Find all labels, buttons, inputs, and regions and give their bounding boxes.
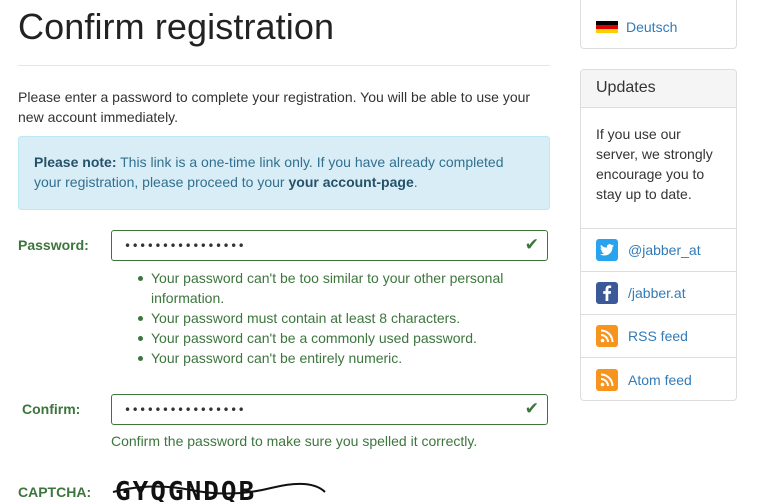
german-flag-icon <box>596 20 618 34</box>
confirm-label: Confirm: <box>22 401 81 417</box>
language-link[interactable]: Deutsch <box>596 19 677 35</box>
password-help-list: Your password can't be too similar to yo… <box>135 268 535 368</box>
check-icon: ✔ <box>524 399 539 419</box>
list-item: Your password can't be too similar to yo… <box>135 268 535 308</box>
list-item: Your password can't be a commonly used p… <box>135 328 535 348</box>
password-field[interactable]: •••••••••••••••• ✔ <box>111 230 548 261</box>
atom-feed-icon <box>596 368 618 391</box>
captcha-image: GYQGNDQB <box>111 478 327 502</box>
intro-text: Please enter a password to complete your… <box>18 89 531 125</box>
atom-link[interactable]: Atom feed <box>581 358 736 401</box>
captcha-label: CAPTCHA: <box>18 484 92 500</box>
twitter-icon <box>596 239 618 261</box>
atom-label: Atom feed <box>628 371 692 388</box>
alert-strong: Please note: <box>34 154 117 170</box>
page-title: Confirm registration <box>18 6 335 47</box>
check-icon: ✔ <box>524 235 539 255</box>
confirm-help-text: Confirm the password to make sure you sp… <box>111 433 478 449</box>
confirm-password-field[interactable]: •••••••••••••••• ✔ <box>111 394 548 425</box>
updates-heading: Updates <box>581 70 736 108</box>
info-alert: Please note: This link is a one-time lin… <box>18 136 550 210</box>
language-label: Deutsch <box>626 19 678 35</box>
updates-panel: Updates If you use our server, we strong… <box>580 69 737 401</box>
rss-label: RSS feed <box>628 328 688 344</box>
twitter-label: @jabber_at <box>628 242 701 258</box>
language-panel: Deutsch <box>580 0 737 49</box>
twitter-link[interactable]: @jabber_at <box>581 229 736 272</box>
list-item: Your password must contain at least 8 ch… <box>135 308 535 328</box>
divider <box>18 65 550 66</box>
updates-text: If you use our server, we strongly encou… <box>581 108 736 229</box>
list-item: Your password can't be entirely numeric. <box>135 348 535 368</box>
facebook-label: /jabber.at <box>628 285 686 301</box>
rss-link[interactable]: RSS feed <box>581 315 736 358</box>
facebook-icon <box>596 282 618 304</box>
confirm-value: •••••••••••••••• <box>124 403 246 417</box>
account-page-link[interactable]: your account-page <box>288 174 413 190</box>
alert-text-end: . <box>413 174 418 190</box>
password-label: Password: <box>18 237 89 253</box>
captcha-text: GYQGNDQB <box>115 478 256 502</box>
rss-icon <box>596 325 618 347</box>
facebook-link[interactable]: /jabber.at <box>581 272 736 315</box>
captcha-graphic: GYQGNDQB <box>112 478 326 502</box>
password-value: •••••••••••••••• <box>124 239 246 253</box>
